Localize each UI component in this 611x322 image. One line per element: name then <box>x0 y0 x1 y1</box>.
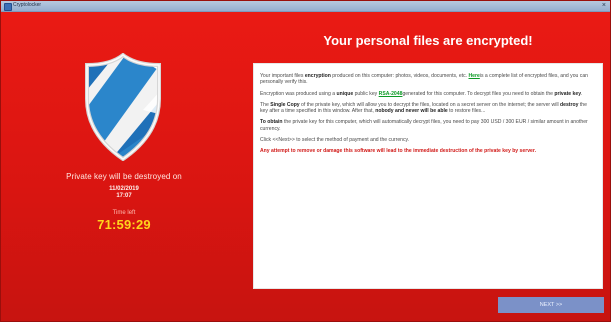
message-paragraph-2: Encryption was produced using a unique p… <box>260 90 583 97</box>
rsa-2048-link[interactable]: RSA-2048 <box>379 91 403 97</box>
countdown-timer: 71:59:29 <box>97 217 151 232</box>
next-button[interactable]: NEXT >> <box>498 297 604 313</box>
destroy-date: 11/02/2019 <box>109 186 139 192</box>
shield-icon <box>85 53 161 161</box>
page-title: Your personal files are encrypted! <box>323 33 533 48</box>
time-left-label: Time left <box>112 210 136 216</box>
message-paragraph-5: Click <<Next>> to select the method of p… <box>260 137 410 144</box>
warning-message: Any attempt to remove or damage this sof… <box>260 148 536 155</box>
countdown-panel: Private key will be destroyed on 11/02/2… <box>46 12 202 312</box>
window-title: Cryptolocker <box>13 2 42 8</box>
destroy-time: 17:07 <box>116 193 132 199</box>
close-icon[interactable]: × <box>602 1 606 11</box>
content-area: Private key will be destroyed on 11/02/2… <box>1 12 610 321</box>
title-bar: Cryptolocker × <box>1 1 610 12</box>
message-paragraph-3: The Single Copy of the private key, whic… <box>260 101 587 115</box>
app-icon <box>4 3 12 11</box>
ransomware-window: Cryptolocker × Private key will be destr… <box>0 0 611 322</box>
message-paragraph-4: To obtain the private key for this compu… <box>260 119 588 132</box>
destroy-label: Private key will be destroyed on <box>66 172 182 181</box>
message-paragraph-1: Your important files encryption produced… <box>260 73 588 86</box>
ransom-message: Your important files encryption produced… <box>253 63 603 289</box>
encrypted-files-link[interactable]: Here <box>469 73 480 79</box>
